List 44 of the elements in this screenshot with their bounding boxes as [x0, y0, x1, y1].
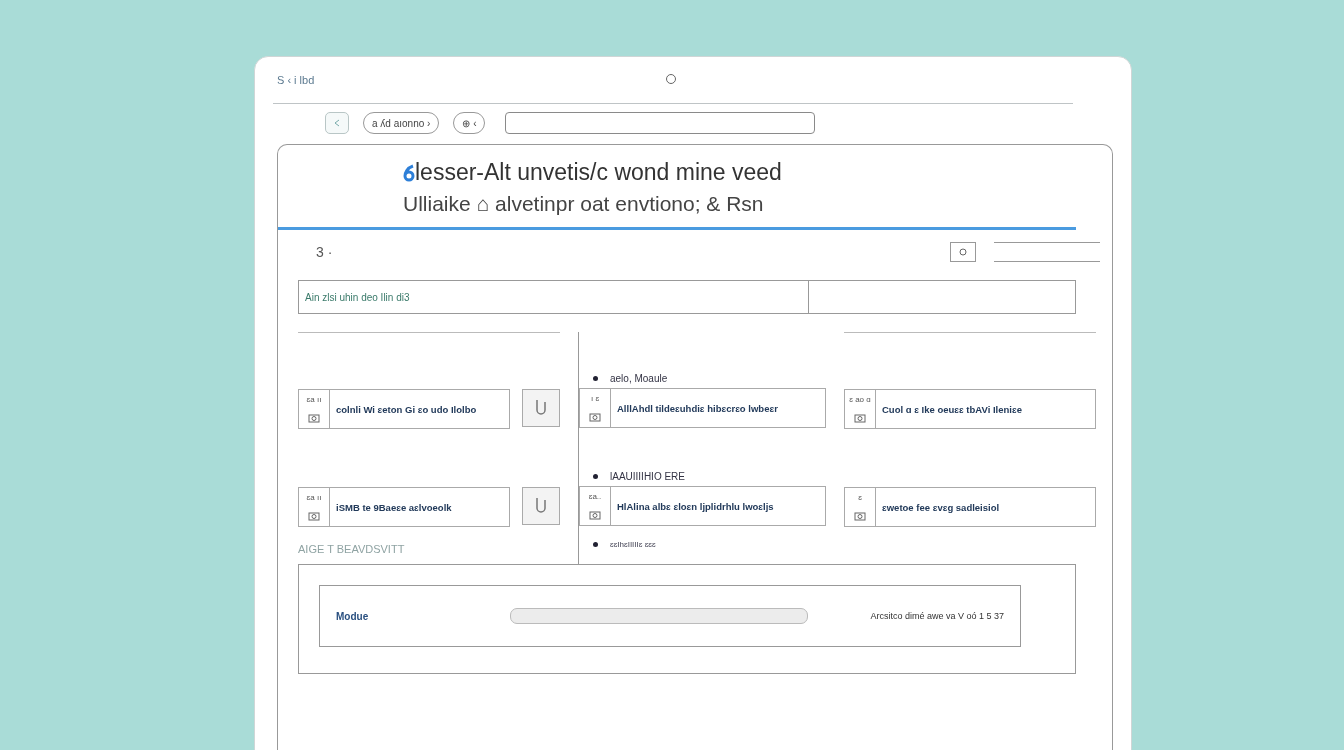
photo-icon	[308, 511, 320, 522]
list-item[interactable]: ɛa ıı colnli Wi ɛeton Gi ɛo udo Ilolbo	[298, 389, 510, 429]
list-label: aelo, Moaule	[579, 373, 826, 384]
search-button[interactable]	[950, 242, 976, 262]
photo-icon	[589, 412, 601, 423]
back-button[interactable]	[325, 112, 349, 134]
item-tag: ı ɛ	[590, 393, 600, 403]
window-title: S ‹ i lbd	[277, 74, 315, 86]
page-subheading: Ulliaike ⌂ alvetinpr oat envtiono; & Rsn	[403, 192, 765, 216]
list-item[interactable]: ı ɛ AlllAhdl tildeɛuhdiɛ hibɛcrɛo lwbeɛr	[579, 388, 826, 428]
photo-icon	[589, 510, 601, 521]
curl-icon	[403, 163, 415, 182]
photo-icon	[308, 413, 320, 424]
item-tag: ɛ ao ɑ	[849, 394, 871, 404]
item-text: Cuol ɑ ɛ Ike oeuɛɛ tbAVi Ileniɛe	[881, 403, 1023, 415]
item-text: colnli Wi ɛeton Gi ɛo udo Ilolbo	[335, 403, 478, 415]
panel-reading: Arcsitco dimé awe va V oó 1 5 37	[870, 611, 1004, 621]
section-label: 3 ·	[316, 244, 334, 260]
list-item[interactable]: ɛ ɛwetoe fee ɛvɛg sadleisiol	[844, 487, 1096, 527]
item-text: AlllAhdl tildeɛuhdiɛ hibɛcrɛo lwbeɛr	[616, 402, 779, 414]
list-item[interactable]: ɛa ıı iSMB te 9Baeɛe aɛlvoeolk	[298, 487, 510, 527]
item-tag: ɛa..	[588, 491, 602, 501]
list-label: ɛɛIhɛIIIIIɛ ɛɛɛ	[579, 540, 826, 549]
toolbar-pill[interactable]: ⊕ ‹	[453, 112, 486, 134]
item-action-button[interactable]	[522, 389, 560, 427]
item-text: iSMB te 9Baeɛe aɛlvoeolk	[335, 501, 453, 513]
table-cell: Ain zlsi uhin deo Ilin di3	[299, 281, 809, 313]
item-action-button[interactable]	[522, 487, 560, 525]
panel-label: Modue	[336, 610, 370, 622]
page-heading: lesser-Alt unvetis/c wond mine veed	[415, 159, 782, 186]
photo-icon	[854, 413, 866, 424]
address-field[interactable]	[505, 112, 816, 134]
item-tag: ɛa ıı	[306, 492, 322, 502]
item-text: HlAlina albɛ ɛloɛn ljplidrhlu lwoɛljs	[616, 500, 775, 512]
faded-caption: AIGE T BEAVDSVITT	[298, 543, 406, 555]
list-item[interactable]: ɛ ao ɑ Cuol ɑ ɛ Ike oeuɛɛ tbAVi Ileniɛe	[844, 389, 1096, 429]
photo-icon	[854, 511, 866, 522]
item-tag: ɛ	[858, 492, 862, 502]
item-tag: ɛa ıı	[306, 394, 322, 404]
item-text: ɛwetoe fee ɛvɛg sadleisiol	[881, 501, 1001, 513]
list-item[interactable]: ɛa.. HlAlina albɛ ɛloɛn ljplidrhlu lwoɛljs	[579, 486, 826, 526]
list-label: lAAUIIIIHIO ERE	[579, 471, 826, 482]
toolbar-pill[interactable]: a ʎd aıonno ›	[363, 112, 440, 134]
circle-icon	[959, 248, 967, 256]
